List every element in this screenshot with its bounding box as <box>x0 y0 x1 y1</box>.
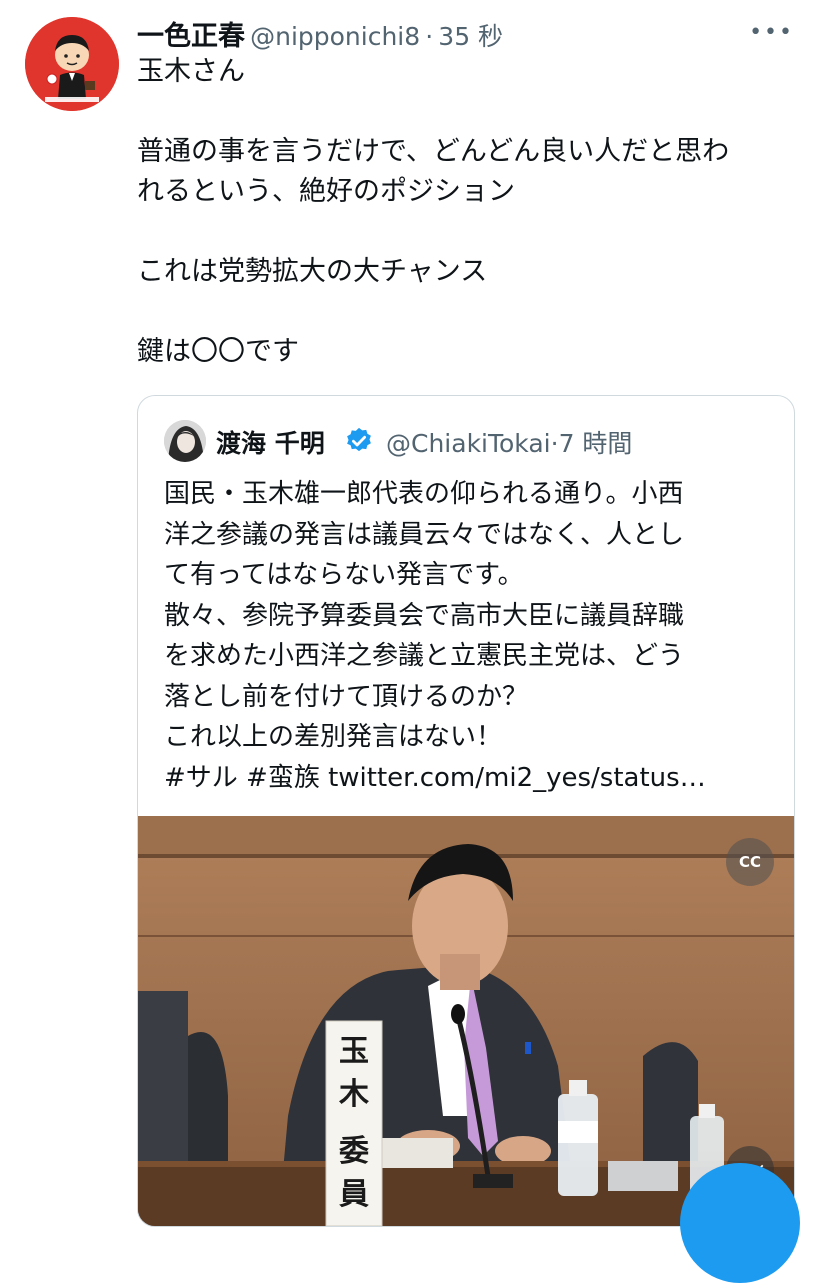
quoted-text-line: て有ってはならない発言です。 <box>164 560 524 590</box>
quoted-video[interactable]: 玉 木 委 員 CC ◁× <box>138 816 794 1226</box>
tweet-text-line <box>137 92 797 132</box>
tweet-text-line: 普通の事を言うだけで、どんどん良い人だと思わ <box>137 136 730 167</box>
quoted-tweet-card[interactable]: 渡海 千明 @ChiakiTokai·7 時間 国民・玉木雄一郎代表の仰られる通… <box>137 395 795 1227</box>
quoted-tweet-text: 国民・玉木雄一郎代表の仰られる通り。小西 洋之参議の発言は議員云々ではなく、人と… <box>164 474 776 798</box>
author-name[interactable]: 一色正春 <box>137 21 245 52</box>
quoted-text-line: 国民・玉木雄一郎代表の仰られる通り。小西 <box>164 479 684 509</box>
meta-separator: · <box>425 22 434 51</box>
verified-badge-icon <box>344 426 374 460</box>
quoted-avatar-image <box>164 420 206 462</box>
tweet-text-line: これは党勢拡大の大チャンス <box>137 256 488 287</box>
tweet-header: 一色正春 @nipponichi8 · 35 秒 ••• <box>137 14 800 54</box>
svg-text:玉: 玉 <box>339 1034 369 1069</box>
tweet-text-line: 鍵は〇〇です <box>137 336 299 367</box>
tweet-text-line <box>137 212 797 252</box>
quoted-timestamp[interactable]: 7 時間 <box>559 429 633 458</box>
quoted-text-line: 落とし前を付けて頂けるのか？ <box>164 681 529 712</box>
quoted-author-handle[interactable]: @ChiakiTokai <box>386 429 551 458</box>
quoted-author-avatar[interactable] <box>164 420 206 462</box>
author-handle[interactable]: @nipponichi8 <box>250 22 420 51</box>
author-avatar[interactable] <box>25 17 119 111</box>
tweet-text-line: れるという、絶好のポジション <box>137 176 515 207</box>
tweet-text-line: 玉木さん <box>137 56 245 87</box>
captions-button[interactable]: CC <box>726 838 774 886</box>
quoted-meta: @ChiakiTokai·7 時間 <box>386 424 632 460</box>
quoted-text-line[interactable]: #サル #蛮族 twitter.com/mi2_yes/status… <box>164 758 776 799</box>
video-frame: 玉 木 委 員 <box>138 816 794 1226</box>
svg-text:木: 木 <box>338 1077 369 1112</box>
quoted-meta-separator: · <box>550 429 559 458</box>
quoted-text-line: 散々、参院予算委員会で高市大臣に議員辞職 <box>164 600 685 631</box>
more-options-icon[interactable]: ••• <box>749 20 794 45</box>
tweet-text-line <box>137 292 797 332</box>
quoted-text-line: これ以上の差別発言はない！ <box>164 722 503 752</box>
quoted-text-line: を求めた小西洋之参議と立憲民主党は、どう <box>164 641 685 671</box>
tweet-text: 玉木さん 普通の事を言うだけで、どんどん良い人だと思わ れるという、絶好のポジシ… <box>137 52 797 372</box>
svg-text:委: 委 <box>339 1134 369 1169</box>
quoted-author-name[interactable]: 渡海 千明 <box>216 424 325 460</box>
svg-text:員: 員 <box>339 1177 369 1212</box>
compose-tweet-button[interactable] <box>680 1163 800 1283</box>
tweet-timestamp[interactable]: 35 秒 <box>438 22 503 51</box>
captions-icon: CC <box>738 853 762 871</box>
avatar-illustration <box>25 17 119 111</box>
quoted-text-line: 洋之参議の発言は議員云々ではなく、人とし <box>164 519 685 550</box>
